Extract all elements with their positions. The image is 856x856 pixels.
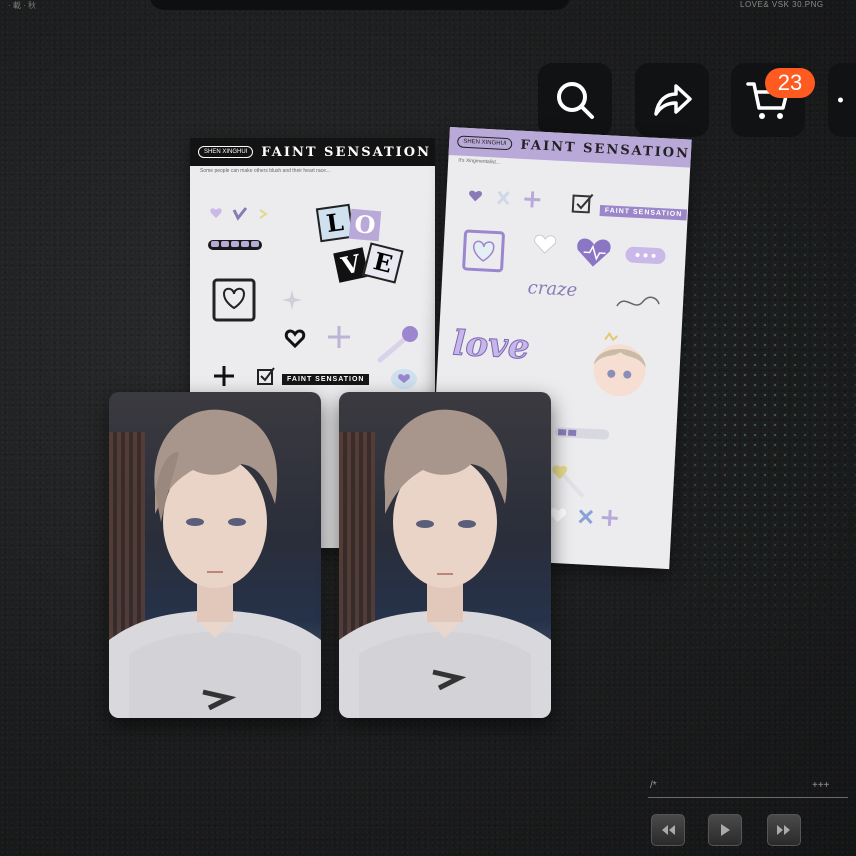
chibi-sticker [593, 331, 646, 397]
tag-sticker: FAINT SENSATION [282, 374, 370, 385]
top-left-text: · 載 · 秋 [8, 1, 36, 10]
more-icon [838, 97, 843, 103]
brand-logo: SHEN XINGHUI [456, 135, 513, 151]
search-icon [557, 82, 594, 119]
brand-logo: SHEN XINGHUI [198, 146, 254, 158]
love-script-sticker: love [451, 323, 531, 368]
check-sticker [571, 193, 594, 214]
prev-icon [662, 825, 675, 835]
photocard-2 [339, 392, 551, 718]
share-button[interactable] [635, 63, 709, 137]
more-button[interactable] [828, 63, 856, 137]
star-sticker [214, 366, 234, 386]
heart-sticker [284, 329, 306, 348]
love-sticker: L O V E [315, 203, 404, 296]
play-button[interactable] [708, 814, 742, 846]
cursive-sticker: craze [527, 277, 578, 301]
progress-sticker [555, 427, 610, 440]
heart-sticker [534, 234, 557, 254]
cross-sticker [328, 326, 350, 348]
sheet-subtitle: It's Xingmentalist... [458, 157, 501, 166]
player-progress-line [648, 797, 848, 798]
mini-stickers-row [469, 190, 541, 208]
photo-sticker [212, 278, 256, 322]
love-letter-e: E [362, 242, 404, 284]
wand-sticker [377, 326, 418, 363]
cart-badge: 23 [765, 68, 815, 98]
chat-bubble-sticker [625, 246, 666, 265]
photo-sticker [462, 229, 505, 273]
sheet-header: SHEN XINGHUI FAINT SENSATION [190, 138, 435, 166]
portrait-illustration [339, 409, 551, 718]
share-icon [654, 84, 692, 116]
big-heart-sticker [577, 238, 611, 267]
sheet-subtitle: Some people can make others blush and th… [200, 168, 331, 174]
player-left-text: /* [650, 780, 657, 791]
player-right-text: +++ [812, 780, 830, 791]
mini-stickers-row [210, 207, 268, 221]
next-icon [777, 825, 790, 835]
search-button[interactable] [538, 63, 612, 137]
top-right-text: LOVE& VSK 30.PNG [740, 0, 824, 9]
sheet-title: FAINT SENSATION [261, 144, 431, 160]
love-letter-o: O [348, 208, 382, 242]
play-icon [721, 824, 730, 836]
sheet-title: FAINT SENSATION [520, 137, 691, 162]
check-sticker [257, 367, 275, 385]
next-button[interactable] [767, 814, 801, 846]
swirl-sticker [616, 296, 660, 307]
sparkle-sticker [282, 290, 302, 310]
mini-stickers-row-bottom [550, 507, 618, 526]
prev-button[interactable] [651, 814, 685, 846]
tag-sticker: FAINT SENSATION [599, 204, 688, 221]
wand-sticker [552, 465, 585, 498]
love-letter-v: V [333, 247, 369, 283]
progress-sticker [208, 240, 262, 250]
top-bar [150, 0, 570, 10]
photocard-1 [109, 392, 321, 718]
heart-badge-sticker [391, 369, 417, 389]
portrait-illustration [109, 409, 321, 718]
